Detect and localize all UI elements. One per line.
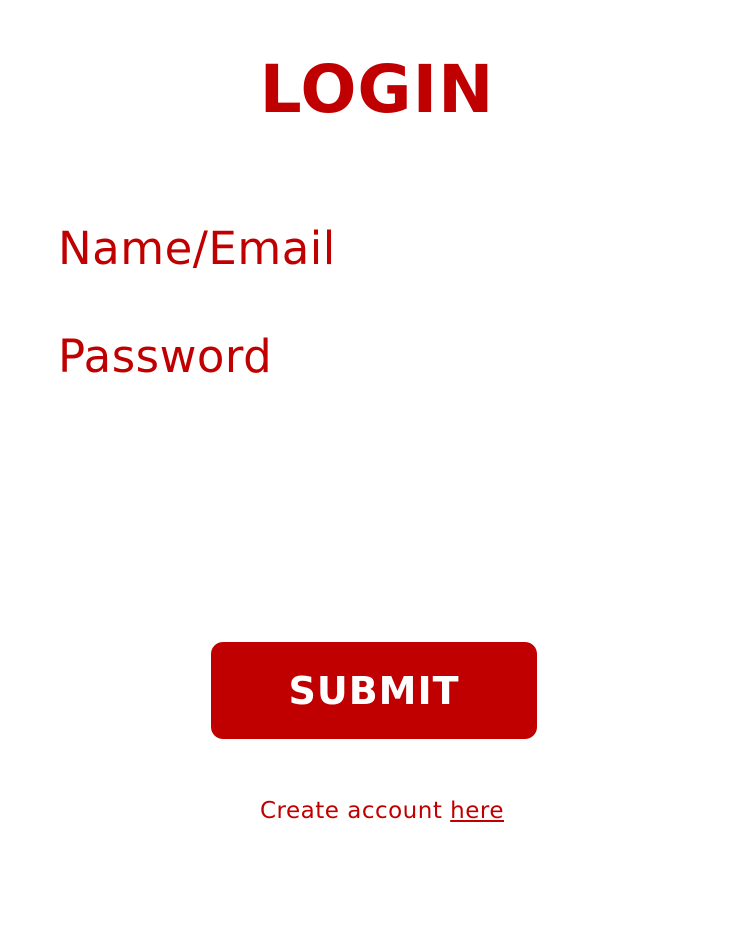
submit-button-label: SUBMIT [288, 668, 460, 713]
page-title: LOGIN [259, 51, 495, 128]
create-account-link[interactable]: here [450, 798, 504, 824]
create-account-text: Create account here [0, 800, 754, 823]
name-email-label: Name/Email [58, 222, 336, 275]
password-label: Password [58, 330, 273, 383]
create-account-prefix: Create account [259, 798, 451, 824]
submit-button[interactable]: SUBMIT [211, 642, 537, 739]
